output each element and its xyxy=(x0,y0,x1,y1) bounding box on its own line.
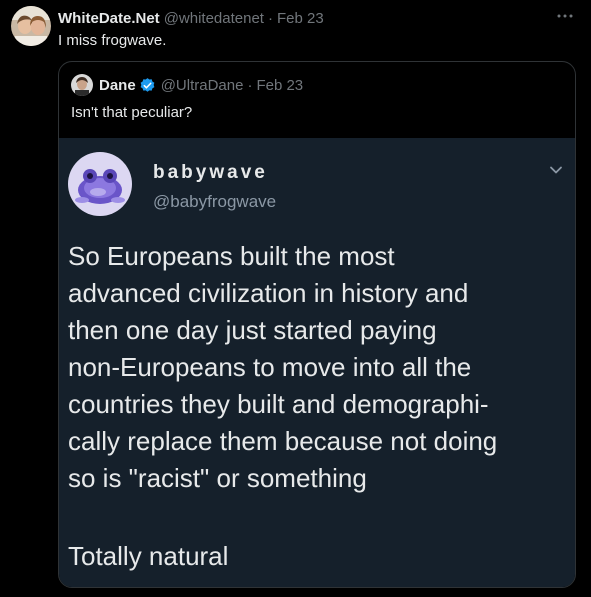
tweet-text: I miss frogwave. xyxy=(58,32,167,49)
tweet-date[interactable]: Feb 23 xyxy=(277,10,324,27)
tweet-header: WhiteDate.Net @whitedatenet · Feb 23 xyxy=(58,8,324,28)
babywave-name: babywave xyxy=(153,162,268,183)
babywave-handle: @babyfrogwave xyxy=(153,192,277,211)
babywave-tweet-body: So Europeans built the most advanced civ… xyxy=(68,241,498,493)
quoted-tweet-header: Dane @UltraDane · Feb 23 xyxy=(99,75,303,95)
separator-dot: · xyxy=(247,76,253,94)
embedded-screenshot-image[interactable]: babywave @babyfrogwave So Europeans buil… xyxy=(59,138,575,587)
author-avatar[interactable] xyxy=(11,6,51,46)
babywave-tweet-closing: Totally natural xyxy=(68,541,229,571)
chevron-down-icon xyxy=(550,166,562,174)
quoted-tweet[interactable]: Dane @UltraDane · Feb 23 Isn't that pecu… xyxy=(58,61,576,588)
more-options-button[interactable] xyxy=(553,6,577,26)
quoted-tweet-date[interactable]: Feb 23 xyxy=(256,77,303,94)
author-name[interactable]: WhiteDate.Net xyxy=(58,10,160,27)
tweet[interactable]: WhiteDate.Net @whitedatenet · Feb 23 I m… xyxy=(0,0,591,597)
babywave-avatar xyxy=(68,152,132,216)
author-handle[interactable]: @whitedatenet xyxy=(164,10,264,27)
quoted-author-handle[interactable]: @UltraDane xyxy=(161,77,244,94)
quoted-author-name[interactable]: Dane xyxy=(99,77,136,94)
separator-dot: · xyxy=(267,9,273,27)
more-horizontal-icon xyxy=(557,14,573,18)
verified-badge-icon xyxy=(140,77,155,92)
quoted-author-avatar[interactable] xyxy=(71,74,93,96)
quoted-tweet-text: Isn't that peculiar? xyxy=(71,104,193,121)
